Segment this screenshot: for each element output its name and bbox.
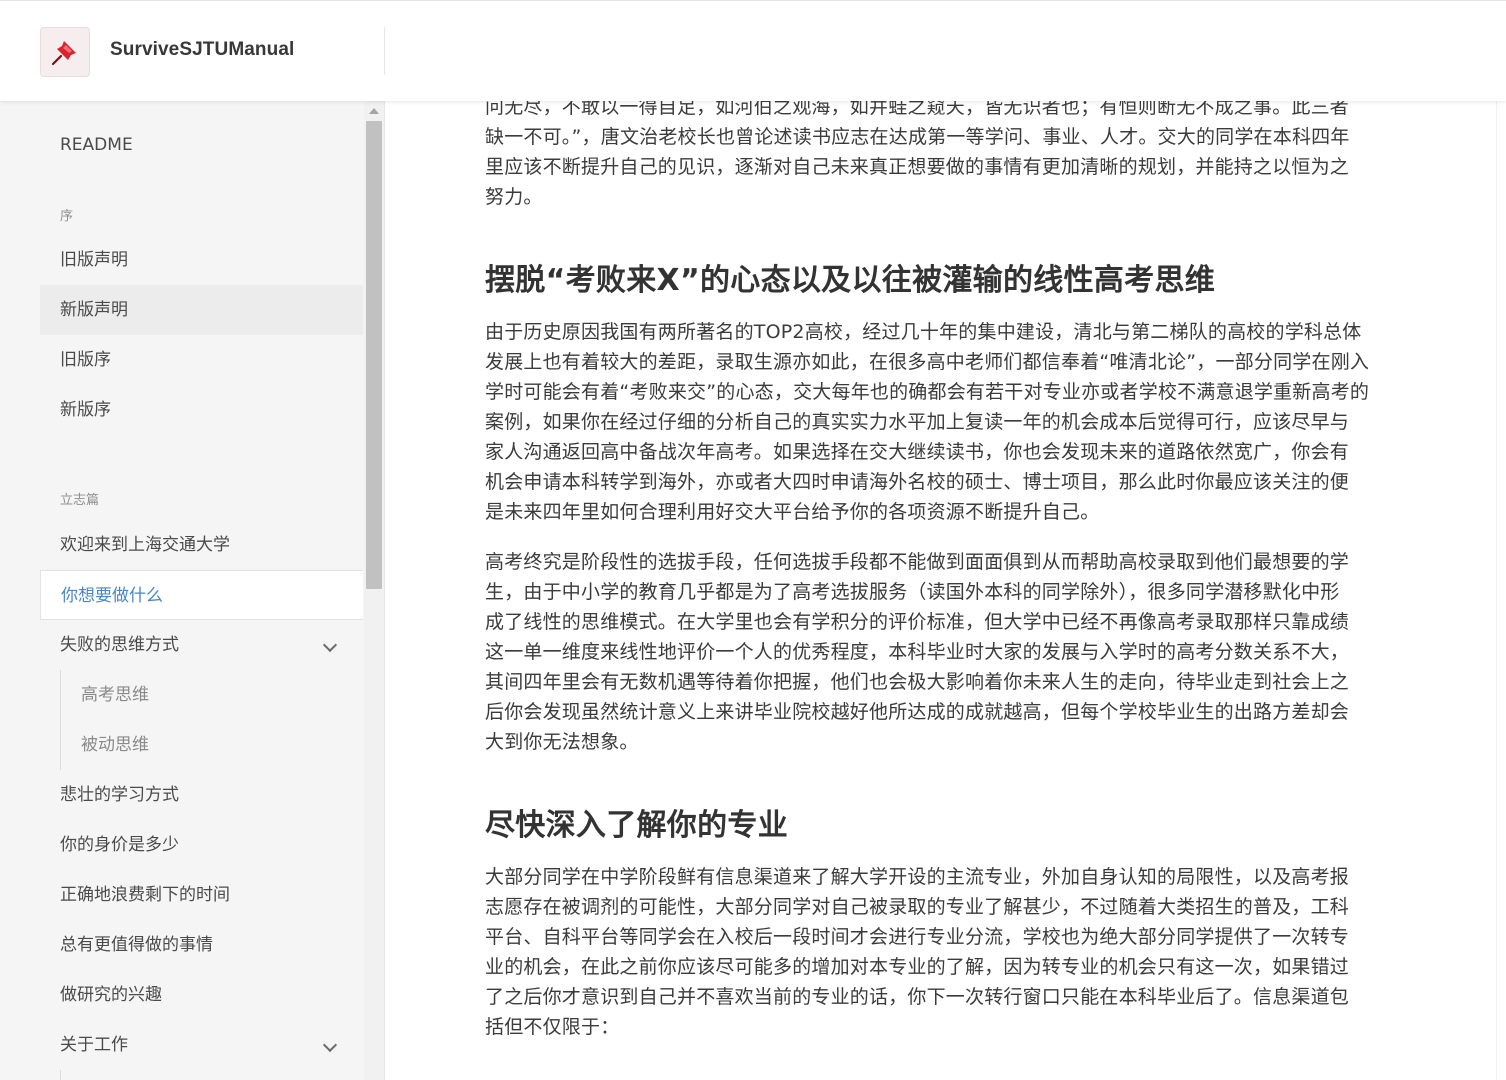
- paragraph-history: 由于历史原因我国有两所著名的TOP2高校，经过几十年的集中建设，清北与第二梯队的…: [485, 317, 1405, 527]
- text-line: 学时可能会有着“考败来交”的心态，交大每年也的确都会有若干对专业亦或者学校不满意…: [485, 381, 1370, 403]
- text-line: 成了线性的思维模式。在大学里也会有学积分的评价标准，但大学中已经不再像高考录取那…: [485, 611, 1350, 633]
- text-line: 家人沟通返回高中备战次年高考。如果选择在交大继续读书，你也会发现未来的道路依然宽…: [485, 441, 1350, 463]
- text-line: 发展上也有着较大的差距，录取生源亦如此，在很多高中老师们都信奉着“唯清北论”，一…: [485, 351, 1370, 373]
- text-line: 业的机会，在此之前你应该尽可能多的增加对本专业的了解，因为转专业的机会只有这一次…: [485, 956, 1350, 978]
- intro-paragraph: 问无尽，不敢以一得自足，如河伯之观海，如井蛙之窥天，皆无识者也；有恒则断无不成之…: [485, 92, 1405, 212]
- sidebar-item-about-work[interactable]: 关于工作: [40, 1020, 363, 1070]
- text-line: 后你会发现虽然统计意义上来讲毕业院校越好他所达成的成就越高，但每个学校毕业生的出…: [485, 701, 1350, 723]
- text-line: 里应该不断提升自己的见识，逐渐对自己未来真正想要做的事情有更加清晰的规划，并能持…: [485, 156, 1350, 178]
- sidebar-item-gaokao-thinking[interactable]: 高考思维: [60, 670, 363, 720]
- text-line: 努力。: [485, 186, 543, 208]
- text-line: 这一单一维度来线性地评价一个人的优秀程度，本科毕业时大家的发展与入学时的高考分数…: [485, 641, 1350, 663]
- text-line: 缺一不可。”，唐文治老校长也曾论述读书应志在达成第一等学问、事业、人才。交大的同…: [485, 126, 1350, 148]
- text-line: 志愿存在被调剂的可能性，大部分同学对自己被录取的专业了解甚少，不过随着大类招生的…: [485, 896, 1350, 918]
- page-scrollbar[interactable]: [1496, 100, 1506, 1080]
- site-title[interactable]: SurviveSJTUManual: [110, 39, 294, 61]
- section-heading-major: 尽快深入了解你的专业: [485, 808, 788, 843]
- text-line: 是未来四年里如何合理利用好交大平台给予你的各项资源不断提升自己。: [485, 501, 1100, 523]
- text-line: 括但不仅限于：: [485, 1016, 620, 1038]
- sidebar-item-waste-time[interactable]: 正确地浪费剩下的时间: [40, 870, 363, 920]
- sidebar-item-welcome[interactable]: 欢迎来到上海交通大学: [40, 520, 363, 570]
- sidebar-item-readme[interactable]: README: [40, 120, 363, 170]
- sidebar-item-new-preface[interactable]: 新版序: [40, 385, 363, 435]
- sidebar-item-label: 失败的思维方式: [60, 635, 179, 655]
- chevron-down-icon[interactable]: [322, 1037, 338, 1053]
- sidebar-item-what-to-do[interactable]: 你想要做什么: [40, 570, 363, 620]
- text-line: 大到你无法想象。: [485, 731, 639, 753]
- subtree-line: [60, 1070, 61, 1080]
- sidebar-section-ambition: 立志篇: [60, 493, 100, 508]
- chevron-down-icon[interactable]: [322, 637, 338, 653]
- top-header: SurviveSJTUManual: [0, 0, 1506, 101]
- sidebar-item-old-statement[interactable]: 旧版声明: [40, 235, 363, 285]
- sidebar-nav: README 序 旧版声明 新版声明 旧版序 新版序 立志篇 欢迎来到上海交通大…: [0, 100, 385, 1080]
- text-line: 平台、自科平台等同学会在入校后一段时间才会进行专业分流，学校也为绝大部分同学提供…: [485, 926, 1350, 948]
- text-line: 生，由于中小学的教育几乎都是为了高考选拔服务（读国外本科的同学除外），很多同学潜…: [485, 581, 1340, 603]
- sidebar-item-research-interest[interactable]: 做研究的兴趣: [40, 970, 363, 1020]
- sidebar-item-tragic-learning[interactable]: 悲壮的学习方式: [40, 770, 363, 820]
- text-line: 大部分同学在中学阶段鲜有信息渠道来了解大学开设的主流专业，外加自身认知的局限性，…: [485, 866, 1350, 888]
- text-line: 案例，如果你在经过仔细的分析自己的真实实力水平加上复读一年的机会成本后觉得可行，…: [485, 411, 1350, 433]
- sidebar-item-better-things[interactable]: 总有更值得做的事情: [40, 920, 363, 970]
- sidebar-scrollbar-thumb[interactable]: [366, 121, 382, 589]
- site-logo[interactable]: [40, 27, 90, 77]
- text-line: 高考终究是阶段性的选拔手段，任何选拔手段都不能做到面面俱到从而帮助高校录取到他们…: [485, 551, 1350, 573]
- sidebar-item-label: 关于工作: [60, 1035, 128, 1055]
- sidebar-item-new-statement[interactable]: 新版声明: [40, 285, 363, 335]
- paragraph-gaokao: 高考终究是阶段性的选拔手段，任何选拔手段都不能做到面面俱到从而帮助高校录取到他们…: [485, 547, 1405, 757]
- sidebar-item-your-value[interactable]: 你的身价是多少: [40, 820, 363, 870]
- header-divider: [384, 27, 385, 75]
- section-heading-mindset: 摆脱“考败来X”的心态以及以往被灌输的线性高考思维: [485, 263, 1216, 298]
- sidebar-item-old-preface[interactable]: 旧版序: [40, 335, 363, 385]
- text-line: 由于历史原因我国有两所著名的TOP2高校，经过几十年的集中建设，清北与第二梯队的…: [485, 321, 1362, 343]
- paragraph-major: 大部分同学在中学阶段鲜有信息渠道来了解大学开设的主流专业，外加自身认知的局限性，…: [485, 862, 1405, 1042]
- sidebar-item-failed-thinking[interactable]: 失败的思维方式: [40, 620, 363, 670]
- sidebar-section-preface: 序: [60, 209, 74, 224]
- text-line: 了之后你才意识到自己并不喜欢当前的专业的话，你下一次转行窗口只能在本科毕业后了。…: [485, 986, 1350, 1008]
- text-line: 机会申请本科转学到海外，亦或者大四时申请海外名校的硕士、博士项目，那么此时你最应…: [485, 471, 1350, 493]
- scroll-up-arrow-icon[interactable]: [369, 108, 379, 114]
- text-line: 其间四年里会有无数机遇等待着你把握，他们也会极大影响着你未来人生的走向，待毕业走…: [485, 671, 1350, 693]
- article-content: 问无尽，不敢以一得自足，如河伯之观海，如井蛙之窥天，皆无识者也；有恒则断无不成之…: [485, 0, 1405, 1080]
- sidebar-item-passive-thinking[interactable]: 被动思维: [60, 720, 363, 770]
